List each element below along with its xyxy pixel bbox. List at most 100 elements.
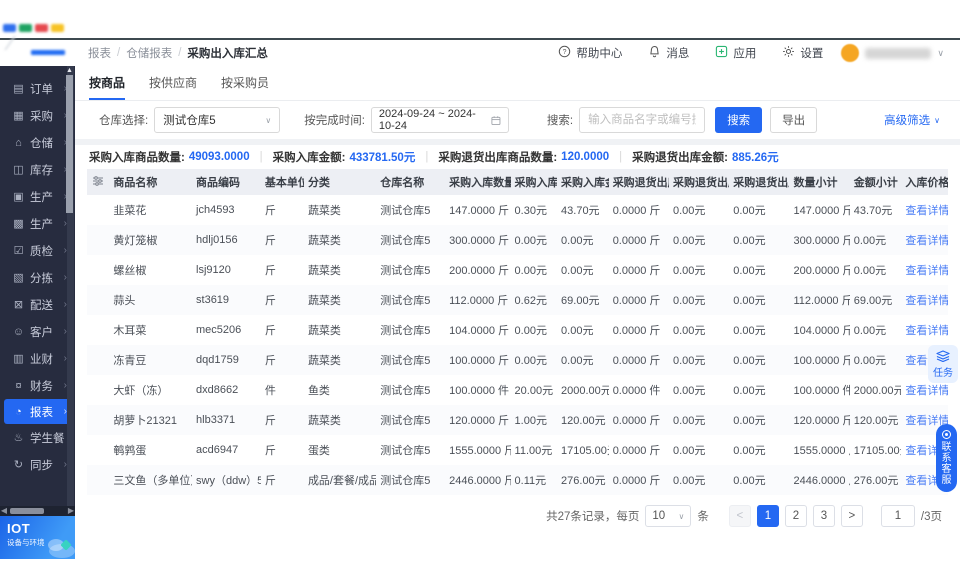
table-cell: 100.0000 斤 xyxy=(445,345,510,375)
table-cell: 0.0000 斤 xyxy=(609,195,669,225)
sidebar-item-order[interactable]: ▤订单› xyxy=(0,75,75,102)
next-page-button[interactable]: > xyxy=(841,505,863,527)
sidebar-item-label: 生产 xyxy=(30,189,64,205)
table-cell: 104.0000 斤 xyxy=(445,315,510,345)
export-button[interactable]: 导出 xyxy=(770,107,817,133)
table-cell: 0.00元 xyxy=(511,225,557,255)
table-row: 韭菜花jch4593斤蔬菜类测试仓库5147.0000 斤0.30元43.70元… xyxy=(87,195,948,225)
column-header: 采购退货出库金额 xyxy=(729,169,789,195)
table-cell: 100.0000 斤 xyxy=(789,345,849,375)
tab-by-product[interactable]: 按商品 xyxy=(89,74,125,100)
scroll-right-arrow-icon[interactable]: ▶ xyxy=(67,506,75,516)
sidebar-item-inventory[interactable]: ◫库存› xyxy=(0,156,75,183)
page-jump-input[interactable] xyxy=(881,505,915,527)
table-cell: 测试仓库5 xyxy=(376,195,445,225)
sidebar-item-production-2[interactable]: ▩生产› xyxy=(0,210,75,237)
table-cell: 0.30元 xyxy=(511,195,557,225)
header-action-label: 设置 xyxy=(800,45,823,61)
table-row: 冻青豆dqd1759斤蔬菜类测试仓库5100.0000 斤0.00元0.00元0… xyxy=(87,345,948,375)
table-cell: 测试仓库5 xyxy=(376,285,445,315)
search-label: 搜索: xyxy=(547,112,573,128)
table-cell: 2000.00元 xyxy=(557,375,609,405)
table-cell: 斤 xyxy=(261,195,304,225)
view-details-link[interactable]: 查看详情 xyxy=(905,295,948,307)
sidebar-item-business-finance[interactable]: ▥业财› xyxy=(0,345,75,372)
scroll-left-arrow-icon[interactable]: ◀ xyxy=(0,506,8,516)
header-action-help-center[interactable]: ?帮助中心 xyxy=(558,45,622,61)
sidebar-item-label: 业财 xyxy=(30,351,64,367)
table-cell: 100.0000 件 xyxy=(789,375,849,405)
scroll-up-arrow-icon[interactable]: ▲ xyxy=(66,67,73,74)
table-cell: 蔬菜类 xyxy=(304,315,376,345)
sidebar-item-sorting[interactable]: ▧分拣› xyxy=(0,264,75,291)
view-details-link[interactable]: 查看详情 xyxy=(905,265,948,277)
page-size-select[interactable]: 10 ∨ xyxy=(645,505,691,527)
sidebar-item-storage[interactable]: ⌂仓储› xyxy=(0,129,75,156)
pagination-unit-text: 条 xyxy=(697,508,709,524)
sidebar-item-student-meal[interactable]: ♨学生餐 xyxy=(0,424,75,451)
table-cell: 0.00元 xyxy=(850,225,902,255)
page-button-3[interactable]: 3 xyxy=(813,505,835,527)
breadcrumb-item[interactable]: 报表 xyxy=(88,45,111,61)
summary-label: 采购退货出库商品数量: xyxy=(438,149,557,165)
view-details-link[interactable]: 查看详情 xyxy=(905,385,948,397)
header-action-messages[interactable]: 消息 xyxy=(648,45,689,61)
table-cell: 斤 xyxy=(261,225,304,255)
date-range-picker[interactable]: 2024-09-24 ~ 2024-10-24 xyxy=(371,107,509,133)
column-settings-header[interactable] xyxy=(87,169,109,195)
task-float-button[interactable]: 任务 xyxy=(928,345,958,383)
row-icon-cell xyxy=(87,315,109,345)
table-cell: 0.00元 xyxy=(669,345,729,375)
view-details-link[interactable]: 查看详情 xyxy=(905,325,948,337)
page-size-value: 10 xyxy=(652,510,665,522)
app-logo xyxy=(0,40,78,66)
user-menu[interactable]: ∨ xyxy=(841,44,960,62)
sidebar-item-quality[interactable]: ☑质检› xyxy=(0,237,75,264)
search-input[interactable] xyxy=(579,107,705,133)
table-cell: 0.0000 斤 xyxy=(609,405,669,435)
summary-bar: 采购入库商品数量:49093.0000|采购入库金额:433781.50元|采购… xyxy=(75,145,960,169)
column-header: 基本单位 xyxy=(261,169,304,195)
breadcrumb-item[interactable]: 仓储报表 xyxy=(126,45,172,61)
sidebar-item-customer[interactable]: ☺客户› xyxy=(0,318,75,345)
table-cell: 0.00元 xyxy=(729,405,789,435)
sidebar-scrollbar-track[interactable]: ▲ xyxy=(67,66,74,506)
search-button[interactable]: 搜索 xyxy=(715,107,762,133)
sidebar-item-delivery[interactable]: ⊠配送› xyxy=(0,291,75,318)
sidebar-item-sync[interactable]: ↻同步› xyxy=(0,451,75,478)
sidebar-item-finance[interactable]: ¤财务› xyxy=(0,372,75,399)
table-cell: acd6947 xyxy=(192,435,261,465)
sidebar-item-purchase[interactable]: ▦采购› xyxy=(0,102,75,129)
row-icon-cell xyxy=(87,285,109,315)
header-action-settings[interactable]: 设置 xyxy=(782,45,823,61)
customer-service-float-button[interactable]: 联系客服 xyxy=(936,424,957,492)
table-cell: 测试仓库5 xyxy=(376,375,445,405)
page-button-2[interactable]: 2 xyxy=(785,505,807,527)
sidebar-item-label: 报表 xyxy=(30,404,64,420)
summary-label: 采购入库金额: xyxy=(273,149,346,165)
table-cell: 1555.0000 斤 xyxy=(789,435,849,465)
view-details-link[interactable]: 查看详情 xyxy=(905,235,948,247)
advanced-filter-toggle[interactable]: 高级筛选 ∨ xyxy=(884,112,940,128)
sidebar-hscrollbar[interactable]: ◀ ▶ xyxy=(0,506,75,516)
sidebar-scrollbar-thumb[interactable] xyxy=(66,75,73,213)
hscrollbar-thumb[interactable] xyxy=(10,508,44,514)
chevron-down-icon: ∨ xyxy=(265,116,271,125)
page-button-1[interactable]: 1 xyxy=(757,505,779,527)
sidebar-item-production-1[interactable]: ▣生产› xyxy=(0,183,75,210)
table-cell: 0.00元 xyxy=(511,255,557,285)
view-details-link[interactable]: 查看详情 xyxy=(905,205,948,217)
tab-by-supplier[interactable]: 按供应商 xyxy=(149,74,197,100)
sidebar-item-report[interactable]: ◔报表› xyxy=(4,399,71,424)
warehouse-select[interactable]: 测试仓库5 ∨ xyxy=(154,107,280,133)
avatar[interactable] xyxy=(841,44,859,62)
table-cell: 0.0000 斤 xyxy=(609,255,669,285)
prev-page-button[interactable]: < xyxy=(729,505,751,527)
table-cell: 0.0000 斤 xyxy=(609,315,669,345)
breadcrumb-item: 采购出入库汇总 xyxy=(187,45,268,61)
iot-banner[interactable]: IOT 设备与环境 xyxy=(0,516,75,559)
sidebar-item-label: 客户 xyxy=(30,324,64,340)
inventory-icon: ◫ xyxy=(11,163,26,176)
tab-by-purchaser[interactable]: 按采购员 xyxy=(221,74,269,100)
header-action-apps[interactable]: 应用 xyxy=(715,45,756,61)
